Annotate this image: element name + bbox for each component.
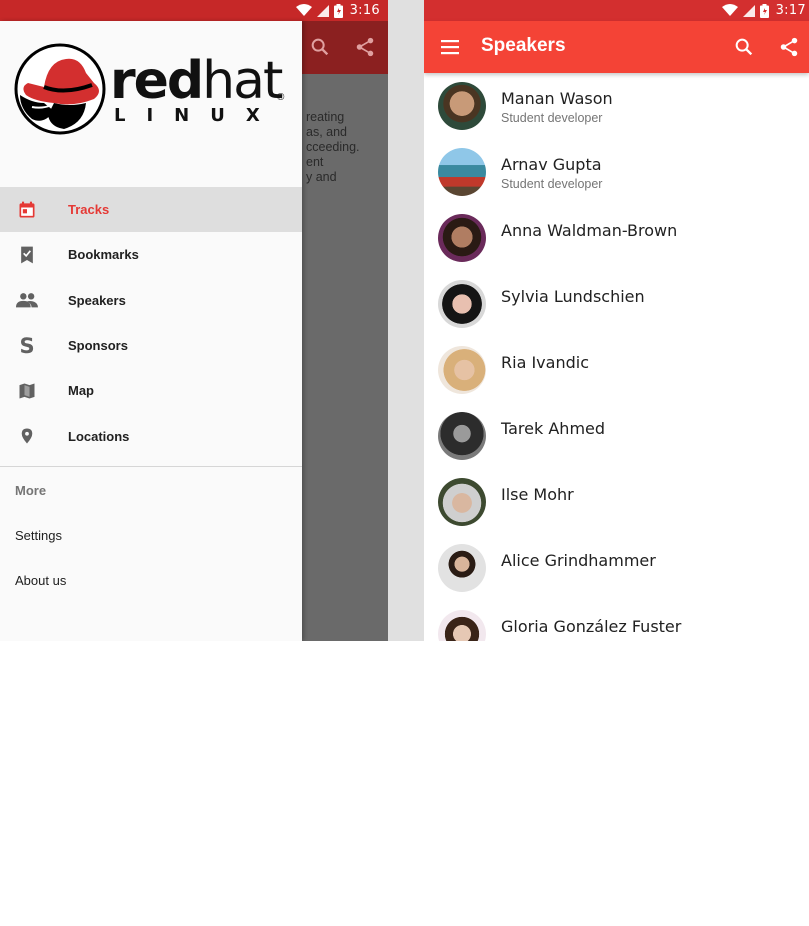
screen-separator (388, 0, 424, 641)
avatar (438, 148, 486, 196)
more-header: More (15, 483, 47, 498)
nav-item-map[interactable]: Map (0, 368, 302, 413)
nav-item-sponsors[interactable]: S Sponsors (0, 323, 302, 368)
nav-item-speakers[interactable]: Speakers (0, 278, 302, 323)
redhat-logo-icon (14, 43, 106, 135)
left-screen: 3:16 reating as, and cceeding. ent y and… (0, 0, 388, 641)
brand-word-light: hat (202, 51, 283, 111)
hamburger-menu-icon[interactable] (440, 36, 462, 58)
people-icon (16, 289, 38, 311)
nav-label: Tracks (68, 202, 110, 218)
nav-list: Tracks Bookmarks Speakers S Sponsors Map… (0, 187, 302, 459)
signal-icon (742, 4, 755, 17)
bookmark-check-icon (16, 244, 38, 266)
avatar (438, 478, 486, 526)
menu-item-about-us[interactable]: About us (0, 558, 302, 603)
dollar-icon: S (19, 333, 35, 358)
nav-label: Bookmarks (68, 247, 139, 263)
status-bar: 3:16 (0, 0, 388, 21)
avatar (438, 280, 486, 328)
brand-word-bold: red (110, 51, 204, 111)
page-title: Speakers (481, 35, 566, 56)
registered-mark: ® (277, 92, 285, 103)
speaker-name: Anna Waldman-Brown (501, 221, 678, 240)
speaker-name: Arnav Gupta (501, 155, 602, 174)
speaker-role: Student developer (501, 111, 603, 125)
speaker-row[interactable]: Ria Ivandic (424, 338, 809, 404)
nav-item-bookmarks[interactable]: Bookmarks (0, 232, 302, 277)
avatar (438, 346, 486, 394)
battery-icon (333, 3, 343, 18)
nav-label: Speakers (68, 292, 126, 308)
brand-subtitle: LINUX (114, 105, 281, 126)
share-icon[interactable] (778, 36, 800, 58)
app-bar: Speakers (424, 21, 809, 73)
right-screen: 3:17 Speakers Manan Wason Student develo… (424, 0, 809, 641)
calendar-icon (16, 199, 38, 221)
speaker-name: Gloria González Fuster (501, 617, 682, 636)
brand-wordmark: redhat (110, 51, 283, 111)
nav-item-tracks[interactable]: Tracks (0, 187, 302, 233)
speaker-row[interactable]: Ilse Mohr (424, 470, 809, 536)
nav-label: Sponsors (68, 338, 128, 354)
drawer-header: redhat ® LINUX (0, 21, 302, 179)
avatar (438, 214, 486, 262)
map-icon (16, 380, 38, 402)
nav-divider (0, 466, 302, 467)
speaker-name: Sylvia Lundschien (501, 287, 645, 306)
nav-label: Locations (68, 428, 130, 444)
search-icon[interactable] (733, 36, 755, 58)
location-pin-icon (16, 425, 38, 447)
status-bar: 3:17 (424, 0, 809, 21)
more-section: More Settings About us (0, 468, 302, 603)
nav-item-locations[interactable]: Locations (0, 413, 302, 458)
speaker-row[interactable]: Tarek Ahmed (424, 404, 809, 470)
wifi-icon (721, 4, 738, 16)
speaker-row[interactable]: Anna Waldman-Brown (424, 206, 809, 272)
nav-label: Map (68, 383, 94, 399)
speaker-list: Manan Wason Student developer Arnav Gupt… (424, 74, 809, 641)
speaker-role: Student developer (501, 177, 603, 191)
battery-icon (759, 3, 769, 18)
speaker-row[interactable]: Gloria González Fuster (424, 602, 809, 641)
speaker-name: Alice Grindhammer (501, 551, 656, 570)
speaker-row[interactable]: Manan Wason Student developer (424, 74, 809, 140)
speaker-row[interactable]: Arnav Gupta Student developer (424, 140, 809, 206)
speaker-row[interactable]: Alice Grindhammer (424, 536, 809, 602)
speaker-name: Tarek Ahmed (501, 419, 606, 438)
signal-icon (316, 4, 329, 17)
avatar (438, 412, 486, 460)
speaker-name: Ria Ivandic (501, 353, 589, 372)
speaker-row[interactable]: Sylvia Lundschien (424, 272, 809, 338)
navigation-drawer: redhat ® LINUX Tracks Bookmarks Speakers… (0, 21, 302, 641)
avatar (438, 82, 486, 130)
wifi-icon (295, 4, 312, 16)
speaker-name: Ilse Mohr (501, 485, 574, 504)
share-icon[interactable] (354, 36, 376, 58)
speaker-name: Manan Wason (501, 89, 613, 108)
status-time: 3:17 (775, 3, 806, 18)
status-time: 3:16 (349, 3, 380, 18)
search-icon[interactable] (309, 36, 331, 58)
menu-item-settings[interactable]: Settings (0, 513, 302, 558)
peek-text: reating as, and cceeding. ent y and (306, 110, 360, 184)
avatar (438, 610, 486, 641)
avatar (438, 544, 486, 592)
